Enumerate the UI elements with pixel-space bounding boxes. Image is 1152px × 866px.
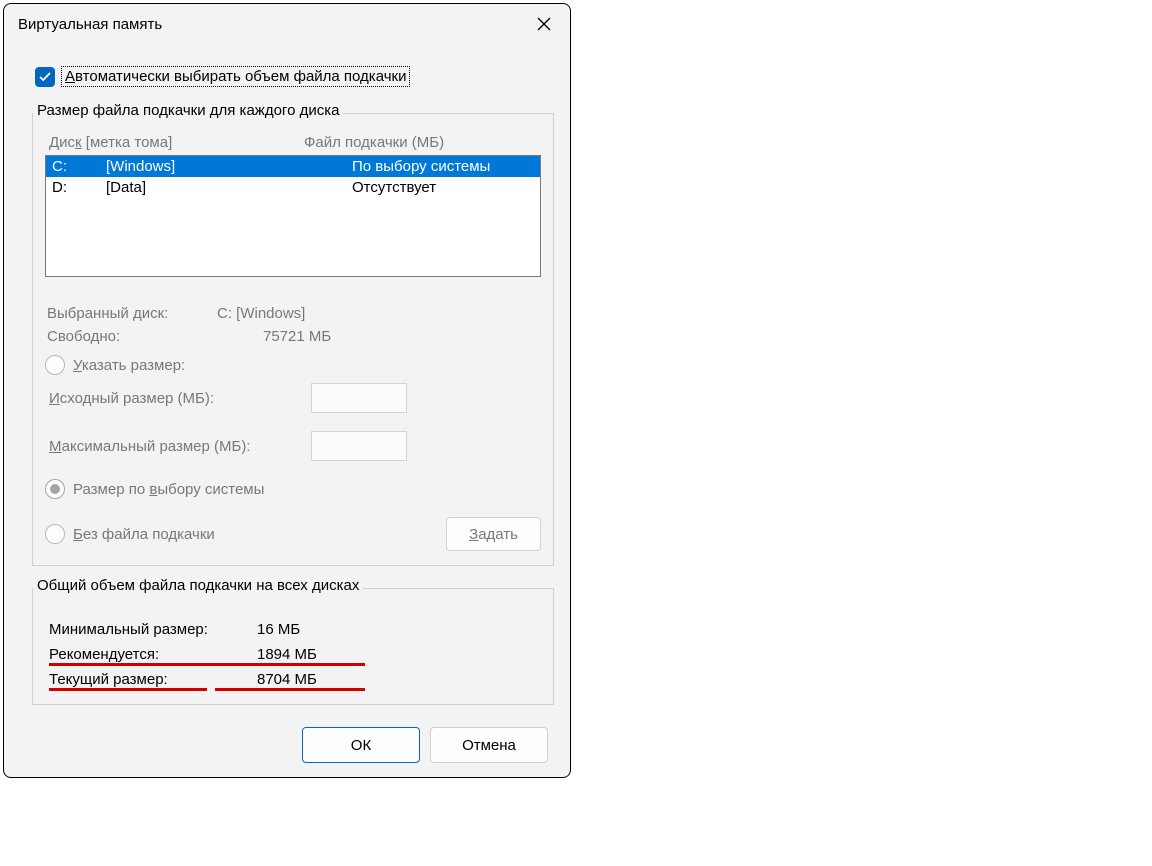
- cancel-button[interactable]: Отмена: [430, 727, 548, 763]
- system-managed-radio[interactable]: [45, 479, 65, 499]
- titlebar: Виртуальная память: [4, 4, 570, 44]
- drives-group: Размер файла подкачки для каждого диска …: [32, 113, 554, 566]
- disk-list-header: Диск [метка тома] Файл подкачки (МБ): [45, 132, 541, 155]
- disk-letter: D:: [52, 179, 106, 196]
- disk-letter: C:: [52, 158, 106, 175]
- drives-group-title: Размер файла подкачки для каждого диска: [33, 102, 343, 119]
- ok-button[interactable]: ОК: [302, 727, 420, 763]
- max-size-label: Максимальный размер (МБ):: [49, 438, 311, 455]
- annotation-underline-icon: [49, 688, 207, 691]
- dialog-content: Автоматически выбирать объем файла подка…: [4, 44, 570, 705]
- no-paging-row: Без файла подкачки Задать: [45, 517, 541, 551]
- selected-drive-label: Выбранный диск:: [47, 305, 207, 322]
- custom-size-radio[interactable]: [45, 355, 65, 375]
- selected-drive-info: Выбранный диск: C: [Windows] Свободно: 7…: [45, 277, 541, 345]
- max-size-input[interactable]: [311, 431, 407, 461]
- auto-manage-row: Автоматически выбирать объем файла подка…: [32, 52, 554, 99]
- disk-row[interactable]: D: [Data] Отсутствует: [46, 177, 540, 198]
- header-paging: Файл подкачки (МБ): [304, 134, 444, 151]
- custom-size-radio-row: Указать размер:: [45, 355, 541, 375]
- current-size-value: 8704 МБ: [257, 671, 317, 688]
- close-button[interactable]: [532, 12, 556, 36]
- recommended-label: Рекомендуется:: [49, 646, 257, 663]
- dialog-footer: ОК Отмена: [4, 705, 570, 763]
- no-paging-radio[interactable]: [45, 524, 65, 544]
- check-icon: [39, 72, 51, 82]
- virtual-memory-dialog: Виртуальная память Автоматически выбират…: [3, 3, 571, 778]
- disk-label: [Data]: [106, 179, 352, 196]
- dialog-title: Виртуальная память: [18, 16, 162, 33]
- initial-size-label: Исходный размер (МБ):: [49, 390, 311, 407]
- min-size-value: 16 МБ: [257, 621, 300, 638]
- header-disk: Диск [метка тома]: [49, 134, 304, 151]
- system-managed-label: Размер по выбору системы: [73, 481, 264, 498]
- custom-size-inputs: Исходный размер (МБ): Максимальный разме…: [45, 383, 541, 461]
- auto-manage-checkbox[interactable]: [35, 67, 55, 87]
- free-space-value: 75721 МБ: [207, 328, 331, 345]
- current-size-label: Текущий размер:: [49, 671, 257, 688]
- totals-group: Общий объем файла подкачки на всех диска…: [32, 588, 554, 705]
- close-icon: [537, 17, 551, 31]
- annotation-underline-icon: [49, 663, 365, 666]
- set-button[interactable]: Задать: [446, 517, 541, 551]
- system-managed-radio-row: Размер по выбору системы: [45, 479, 541, 499]
- custom-size-label: Указать размер:: [73, 357, 185, 374]
- auto-manage-label[interactable]: Автоматически выбирать объем файла подка…: [61, 66, 410, 87]
- disk-pf: По выбору системы: [352, 158, 490, 175]
- no-paging-label: Без файла подкачки: [73, 526, 215, 543]
- disk-label: [Windows]: [106, 158, 352, 175]
- totals-group-title: Общий объем файла подкачки на всех диска…: [33, 577, 363, 594]
- disk-pf: Отсутствует: [352, 179, 436, 196]
- disk-list[interactable]: C: [Windows] По выбору системы D: [Data]…: [45, 155, 541, 277]
- annotation-underline-icon: [215, 688, 365, 691]
- initial-size-input[interactable]: [311, 383, 407, 413]
- free-space-label: Свободно:: [47, 328, 207, 345]
- disk-row[interactable]: C: [Windows] По выбору системы: [46, 156, 540, 177]
- min-size-label: Минимальный размер:: [49, 621, 257, 638]
- selected-drive-value: C: [Windows]: [207, 305, 305, 322]
- recommended-value: 1894 МБ: [257, 646, 317, 663]
